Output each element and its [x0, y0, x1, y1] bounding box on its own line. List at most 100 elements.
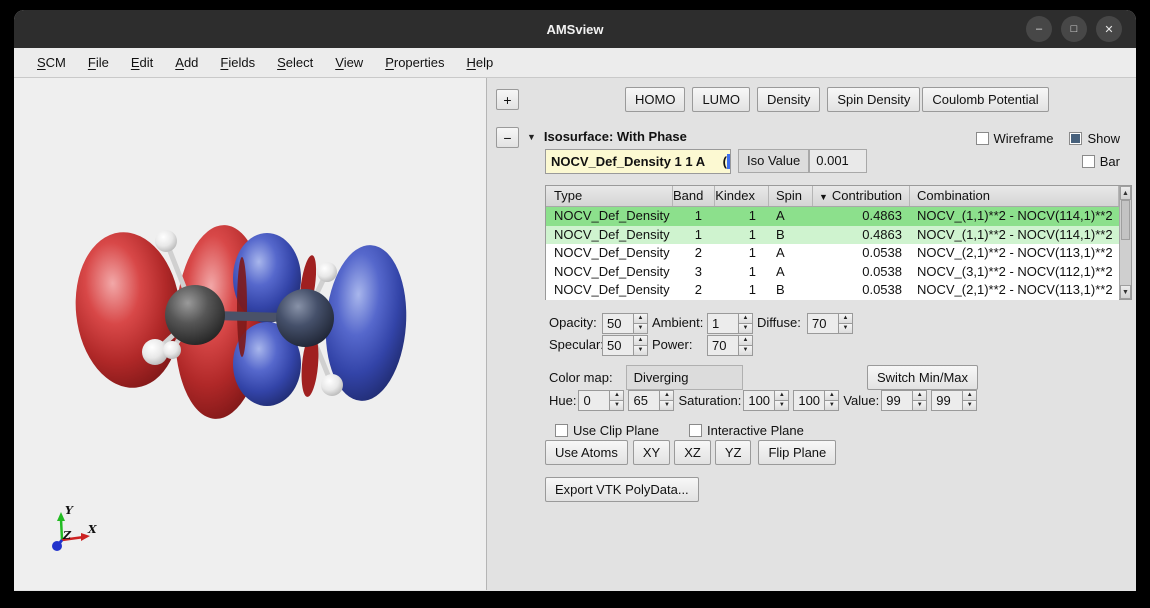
- spinbox[interactable]: 65▲▼: [628, 390, 674, 411]
- spin-down-icon[interactable]: ▼: [825, 401, 838, 410]
- field-button-density[interactable]: Density: [757, 87, 820, 112]
- wireframe-checkbox[interactable]: [976, 132, 989, 145]
- text-caret: [727, 154, 730, 169]
- clip-button-xy[interactable]: XY: [633, 440, 670, 465]
- field-button-spin-density[interactable]: Spin Density: [827, 87, 920, 112]
- isosurface-section-title: Isosurface: With Phase: [544, 129, 687, 144]
- menu-fields[interactable]: Fields: [211, 52, 264, 73]
- colormap-combobox[interactable]: Diverging: [626, 365, 743, 390]
- hsv-label: Value:: [843, 393, 879, 408]
- spin-up-icon[interactable]: ▲: [634, 314, 647, 324]
- show-checkbox[interactable]: [1069, 132, 1082, 145]
- menu-select[interactable]: Select: [268, 52, 322, 73]
- table-row[interactable]: NOCV_Def_Density11B0.4863NOCV_(1,1)**2 -…: [546, 226, 1119, 245]
- menu-add[interactable]: Add: [166, 52, 207, 73]
- spinbox[interactable]: 50▲▼: [602, 335, 648, 356]
- field-button-homo[interactable]: HOMO: [625, 87, 685, 112]
- spin-down-icon[interactable]: ▼: [913, 401, 926, 410]
- clip-button-flip-plane[interactable]: Flip Plane: [758, 440, 836, 465]
- window-controls: – □ ✕: [1026, 16, 1122, 42]
- spin-up-icon[interactable]: ▲: [825, 391, 838, 401]
- scroll-up-icon[interactable]: ▲: [1120, 186, 1131, 200]
- spin-up-icon[interactable]: ▲: [913, 391, 926, 401]
- spin-down-icon[interactable]: ▼: [634, 346, 647, 355]
- field-button-coulomb-potential[interactable]: Coulomb Potential: [922, 87, 1048, 112]
- minimize-icon[interactable]: –: [1026, 16, 1052, 42]
- spinbox[interactable]: 99▲▼: [881, 390, 927, 411]
- spinbox[interactable]: 70▲▼: [707, 335, 753, 356]
- field-button-lumo[interactable]: LUMO: [692, 87, 750, 112]
- spinbox[interactable]: 99▲▼: [931, 390, 977, 411]
- table-header: TypeBandKindexSpin▼ContributionCombinati…: [546, 186, 1119, 207]
- menu-edit[interactable]: Edit: [122, 52, 162, 73]
- axis-x-label: X: [87, 523, 97, 536]
- use-clip-plane-checkbox[interactable]: [555, 424, 568, 437]
- collapse-arrow-icon[interactable]: ▼: [527, 132, 536, 142]
- clip-button-use-atoms[interactable]: Use Atoms: [545, 440, 628, 465]
- spin-down-icon[interactable]: ▼: [739, 346, 752, 355]
- spin-up-icon[interactable]: ▲: [739, 336, 752, 346]
- spin-down-icon[interactable]: ▼: [839, 324, 852, 333]
- spin-down-icon[interactable]: ▼: [660, 401, 673, 410]
- table-row[interactable]: NOCV_Def_Density11A0.4863NOCV_(1,1)**2 -…: [546, 207, 1119, 226]
- switch-minmax-button[interactable]: Switch Min/Max: [867, 365, 978, 390]
- spinbox[interactable]: 100▲▼: [793, 390, 839, 411]
- bar-checkbox[interactable]: [1082, 155, 1095, 168]
- interactive-plane-checkbox[interactable]: [689, 424, 702, 437]
- nocv-table: TypeBandKindexSpin▼ContributionCombinati…: [545, 185, 1132, 300]
- spin-down-icon[interactable]: ▼: [634, 324, 647, 333]
- hsv-row: Hue:0▲▼65▲▼Saturation:100▲▼100▲▼Value:99…: [549, 390, 981, 411]
- spinbox[interactable]: 0▲▼: [578, 390, 624, 411]
- interactive-plane-label: Interactive Plane: [707, 423, 804, 438]
- clip-button-yz[interactable]: YZ: [715, 440, 752, 465]
- scrollbar-thumb[interactable]: [1121, 200, 1130, 240]
- menu-help[interactable]: Help: [457, 52, 502, 73]
- column-header-band[interactable]: Band: [673, 186, 715, 206]
- shading-control: Ambient:: [652, 315, 703, 330]
- spin-up-icon[interactable]: ▲: [634, 336, 647, 346]
- column-header-kindex[interactable]: Kindex: [715, 186, 769, 206]
- column-header-spin[interactable]: Spin: [769, 186, 813, 206]
- spin-down-icon[interactable]: ▼: [610, 401, 623, 410]
- spinbox[interactable]: 50▲▼: [602, 313, 648, 334]
- remove-isosurface-button[interactable]: −: [496, 127, 519, 148]
- column-header-combination[interactable]: Combination: [910, 186, 1119, 206]
- axis-z-label: Z: [62, 529, 72, 542]
- spinbox[interactable]: 100▲▼: [743, 390, 789, 411]
- spin-up-icon[interactable]: ▲: [739, 314, 752, 324]
- scroll-down-icon[interactable]: ▼: [1120, 285, 1131, 299]
- menu-scm[interactable]: SCM: [28, 52, 75, 73]
- spin-down-icon[interactable]: ▼: [963, 401, 976, 410]
- field-combobox[interactable]: NOCV_Def_Density 1 1 A (: [545, 149, 731, 174]
- spinbox[interactable]: 1▲▼: [707, 313, 753, 334]
- export-vtk-button[interactable]: Export VTK PolyData...: [545, 477, 699, 502]
- spin-up-icon[interactable]: ▲: [839, 314, 852, 324]
- maximize-icon[interactable]: □: [1061, 16, 1087, 42]
- 3d-viewport[interactable]: Y X Z: [14, 78, 487, 590]
- spin-down-icon[interactable]: ▼: [739, 324, 752, 333]
- spin-up-icon[interactable]: ▲: [610, 391, 623, 401]
- menu-view[interactable]: View: [326, 52, 372, 73]
- spin-down-icon[interactable]: ▼: [775, 401, 788, 410]
- wireframe-label: Wireframe: [994, 131, 1054, 146]
- spin-up-icon[interactable]: ▲: [660, 391, 673, 401]
- close-icon[interactable]: ✕: [1096, 16, 1122, 42]
- hsv-label: Saturation:: [678, 393, 741, 408]
- add-isosurface-button[interactable]: +: [496, 89, 519, 110]
- shading-control: Power:: [652, 337, 692, 352]
- table-row[interactable]: NOCV_Def_Density21B0.0538NOCV_(2,1)**2 -…: [546, 281, 1119, 300]
- clip-button-xz[interactable]: XZ: [674, 440, 711, 465]
- menu-file[interactable]: File: [79, 52, 118, 73]
- spin-up-icon[interactable]: ▲: [963, 391, 976, 401]
- isovalue-input[interactable]: 0.001: [809, 149, 867, 173]
- column-header-contribution[interactable]: ▼Contribution: [813, 186, 910, 206]
- column-header-type[interactable]: Type: [546, 186, 673, 206]
- spinbox[interactable]: 70▲▼: [807, 313, 853, 334]
- table-scrollbar[interactable]: ▲ ▼: [1119, 186, 1131, 299]
- use-clip-plane-label: Use Clip Plane: [573, 423, 659, 438]
- menu-properties[interactable]: Properties: [376, 52, 453, 73]
- spin-up-icon[interactable]: ▲: [775, 391, 788, 401]
- table-row[interactable]: NOCV_Def_Density21A0.0538NOCV_(2,1)**2 -…: [546, 244, 1119, 263]
- table-row[interactable]: NOCV_Def_Density31A0.0538NOCV_(3,1)**2 -…: [546, 263, 1119, 282]
- molecule-isosurface-render: Y X Z: [14, 78, 487, 590]
